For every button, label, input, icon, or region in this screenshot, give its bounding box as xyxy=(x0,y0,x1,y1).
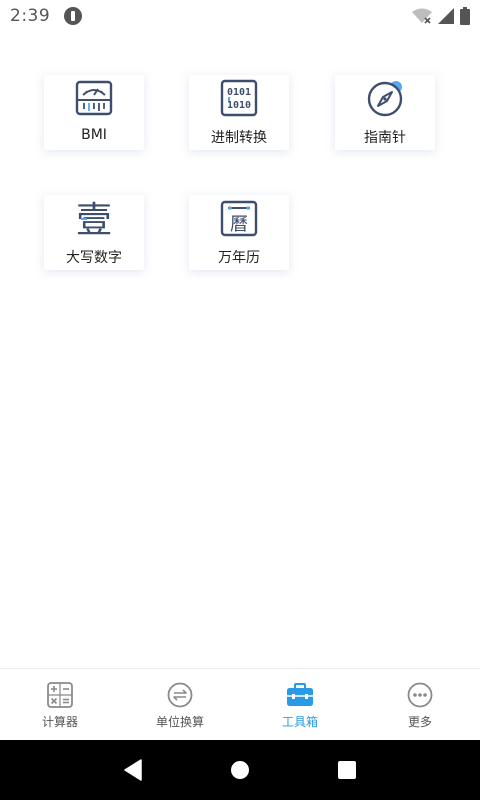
status-right xyxy=(412,7,470,25)
svg-text:0101: 0101 xyxy=(227,87,251,98)
bottom-tab-bar: 计算器 单位换算 工具箱 更多 xyxy=(0,668,480,741)
unit-convert-icon xyxy=(166,681,194,709)
tool-label-bmi: BMI xyxy=(81,127,107,143)
calendar-icon: 曆 xyxy=(220,199,258,237)
tool-card-base-conversion[interactable]: 0101 1010 进制转换 xyxy=(189,75,289,150)
tool-label-compass: 指南针 xyxy=(364,130,406,146)
tab-toolbox[interactable]: 工具箱 xyxy=(240,669,360,741)
tab-calculator[interactable]: 计算器 xyxy=(0,669,120,741)
calculator-icon xyxy=(46,681,74,709)
back-triangle-icon xyxy=(124,759,143,781)
signal-icon xyxy=(438,8,454,24)
compass-icon xyxy=(366,79,404,117)
tool-label-uppercase-numbers: 大写数字 xyxy=(66,250,122,266)
tab-more[interactable]: 更多 xyxy=(360,669,480,741)
tab-label-calculator: 计算器 xyxy=(41,715,78,729)
tool-label-base-conversion: 进制转换 xyxy=(211,130,267,146)
status-left: 2:39 xyxy=(10,6,83,26)
tab-label-more: 更多 xyxy=(407,715,432,729)
binary-icon: 0101 1010 xyxy=(220,79,258,117)
recents-square-icon xyxy=(337,761,356,779)
tool-card-compass[interactable]: 指南针 xyxy=(335,75,435,150)
status-bar: 2:39 xyxy=(0,0,480,32)
calendar-glyph: 曆 xyxy=(230,214,248,235)
scale-icon xyxy=(75,79,113,117)
tool-label-perpetual-calendar: 万年历 xyxy=(218,250,260,266)
home-circle-icon xyxy=(230,761,249,779)
tool-card-perpetual-calendar[interactable]: 曆 万年历 xyxy=(189,195,289,270)
tab-label-unit-conversion: 单位换算 xyxy=(155,715,204,729)
battery-icon xyxy=(460,7,470,25)
status-time: 2:39 xyxy=(10,6,51,26)
tab-label-toolbox: 工具箱 xyxy=(281,715,318,729)
notification-icon xyxy=(64,7,83,25)
recents-button[interactable] xyxy=(335,758,359,782)
svg-text:1010: 1010 xyxy=(227,100,251,111)
tool-card-bmi[interactable]: BMI xyxy=(44,75,144,150)
app-screen: 2:39 BMI 0101 1010 进制转换 指南针 壹 大写数字 曆 万年历… xyxy=(0,0,480,800)
wifi-off-icon xyxy=(412,8,432,24)
back-button[interactable] xyxy=(121,758,145,782)
tab-unit-conversion[interactable]: 单位换算 xyxy=(120,669,240,741)
chinese-numeral-icon: 壹 xyxy=(75,199,113,237)
tool-card-uppercase-numbers[interactable]: 壹 大写数字 xyxy=(44,195,144,270)
system-nav-bar xyxy=(0,740,480,800)
more-icon xyxy=(406,681,434,709)
home-button[interactable] xyxy=(228,758,252,782)
toolbox-icon xyxy=(286,681,314,709)
